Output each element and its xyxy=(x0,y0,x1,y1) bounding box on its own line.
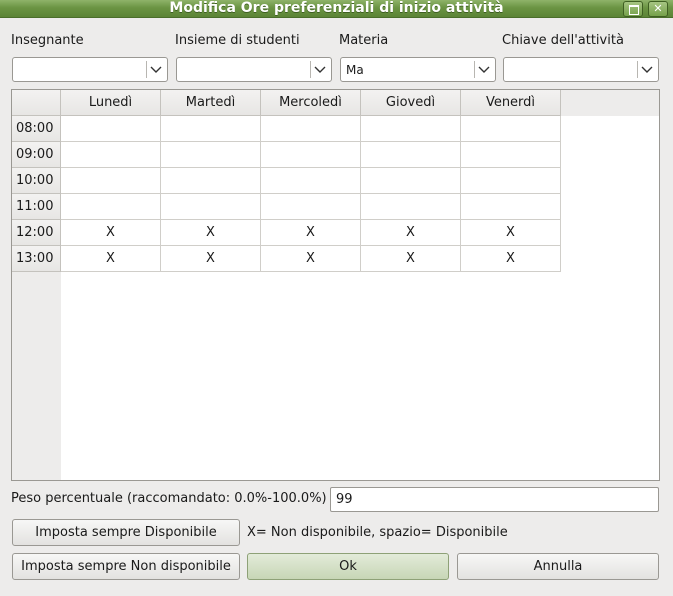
table-cell[interactable] xyxy=(161,168,261,194)
table-cell[interactable] xyxy=(161,194,261,220)
table-cell[interactable] xyxy=(261,194,361,220)
chevron-down-icon xyxy=(477,61,491,78)
table-cell[interactable] xyxy=(461,142,561,168)
weight-percentage-input[interactable] xyxy=(330,487,659,512)
table-cell[interactable] xyxy=(161,142,261,168)
students-set-label: Insieme di studenti xyxy=(175,33,300,48)
subject-label: Materia xyxy=(339,33,389,48)
table-cell[interactable]: X xyxy=(361,220,461,246)
table-cell[interactable] xyxy=(261,142,361,168)
subject-select[interactable]: Ma xyxy=(340,57,496,82)
row-header-hour[interactable]: 08:00 xyxy=(12,116,61,142)
window-title: Modifica Ore preferenziali di inizio att… xyxy=(169,0,504,16)
activity-tag-select[interactable] xyxy=(503,57,659,82)
table-cell[interactable]: X xyxy=(61,246,161,272)
legend-text: X= Non disponibile, spazio= Disponibile xyxy=(247,525,508,540)
table-cell[interactable] xyxy=(461,194,561,220)
table-cell[interactable] xyxy=(61,194,161,220)
chevron-down-icon xyxy=(313,61,327,78)
table-cell[interactable]: X xyxy=(461,220,561,246)
table-cell[interactable] xyxy=(261,116,361,142)
set-always-unavailable-button[interactable]: Imposta sempre Non disponibile xyxy=(12,553,240,580)
table-cell[interactable] xyxy=(161,116,261,142)
chevron-down-icon xyxy=(640,61,654,78)
maximize-icon[interactable] xyxy=(623,1,643,17)
row-header-hour[interactable]: 11:00 xyxy=(12,194,61,220)
table-cell[interactable] xyxy=(261,168,361,194)
table-cell[interactable] xyxy=(61,168,161,194)
table-cell[interactable] xyxy=(61,142,161,168)
ok-button[interactable]: Ok xyxy=(247,553,449,580)
teacher-label: Insegnante xyxy=(11,33,84,48)
weight-percentage-label: Peso percentuale (raccomandato: 0.0%-100… xyxy=(11,491,327,506)
table-cell[interactable]: X xyxy=(61,220,161,246)
column-header-day[interactable]: Martedì xyxy=(161,90,261,116)
table-cell[interactable] xyxy=(361,116,461,142)
table-cell[interactable] xyxy=(461,116,561,142)
subject-select-value: Ma xyxy=(346,63,364,77)
teacher-select[interactable] xyxy=(12,57,168,82)
close-icon[interactable]: ✕ xyxy=(648,1,668,17)
cancel-button[interactable]: Annulla xyxy=(457,553,659,580)
column-header-day[interactable]: Mercoledì xyxy=(261,90,361,116)
preferred-times-table[interactable]: Lunedì Martedì Mercoledì Giovedì Venerdì 08:0… xyxy=(11,89,660,481)
column-header-day[interactable]: Lunedì xyxy=(61,90,161,116)
row-header-hour[interactable]: 13:00 xyxy=(12,246,61,272)
table-cell[interactable] xyxy=(461,168,561,194)
table-cell[interactable]: X xyxy=(161,246,261,272)
table-cell[interactable]: X xyxy=(361,246,461,272)
students-set-select[interactable] xyxy=(176,57,332,82)
table-corner[interactable] xyxy=(12,90,61,116)
table-cell[interactable] xyxy=(361,142,461,168)
activity-tag-label: Chiave dell'attività xyxy=(502,33,624,48)
column-header-day[interactable]: Giovedì xyxy=(361,90,461,116)
chevron-down-icon xyxy=(149,61,163,78)
table-cell[interactable] xyxy=(361,168,461,194)
row-header-hour[interactable]: 10:00 xyxy=(12,168,61,194)
table-cell[interactable]: X xyxy=(161,220,261,246)
table-cell[interactable]: X xyxy=(261,246,361,272)
title-bar: Modifica Ore preferenziali di inizio att… xyxy=(0,0,673,18)
column-header-day[interactable]: Venerdì xyxy=(461,90,561,116)
set-always-available-button[interactable]: Imposta sempre Disponibile xyxy=(12,519,240,546)
table-cell[interactable]: X xyxy=(261,220,361,246)
table-cell[interactable] xyxy=(361,194,461,220)
table-cell[interactable] xyxy=(61,116,161,142)
row-header-hour[interactable]: 09:00 xyxy=(12,142,61,168)
row-header-hour[interactable]: 12:00 xyxy=(12,220,61,246)
table-cell[interactable]: X xyxy=(461,246,561,272)
